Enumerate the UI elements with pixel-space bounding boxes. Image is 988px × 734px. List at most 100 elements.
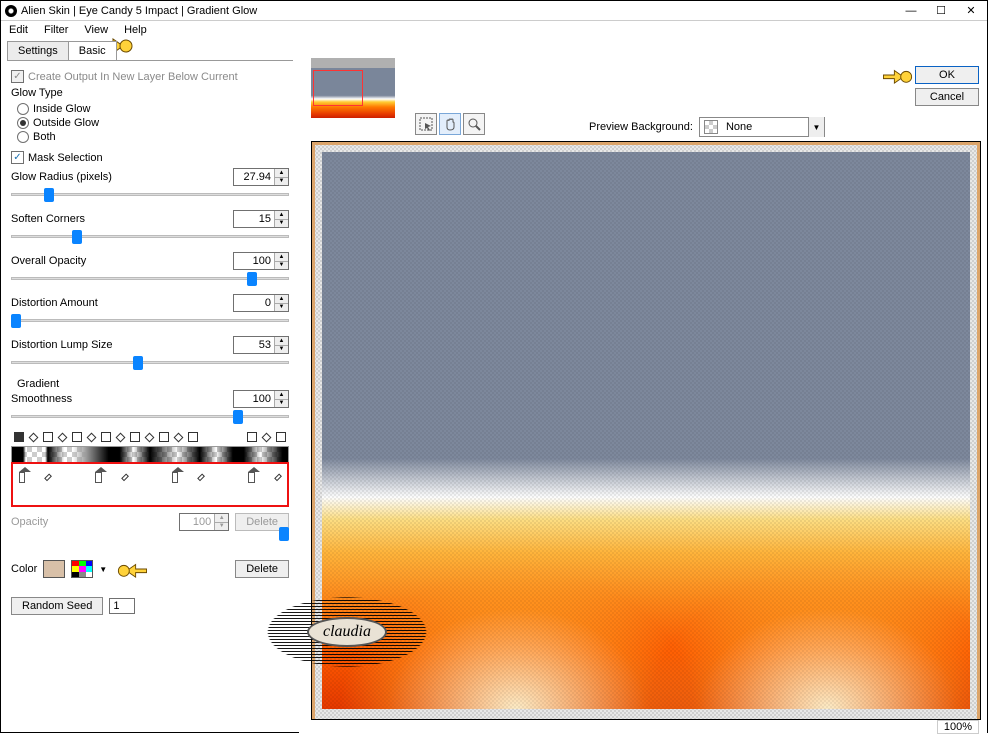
tab-settings[interactable]: Settings xyxy=(7,41,69,60)
gradient-heading: Gradient xyxy=(17,378,289,390)
distortion-amount-label: Distortion Amount xyxy=(11,297,98,309)
down-arrow-icon[interactable]: ▼ xyxy=(275,178,288,186)
maximize-button[interactable]: ☐ xyxy=(935,5,947,17)
glow-radius-label: Glow Radius (pixels) xyxy=(11,171,112,183)
color-swatch[interactable] xyxy=(43,560,65,578)
close-button[interactable]: ✕ xyxy=(965,5,977,17)
tutorial-pointer-icon xyxy=(881,65,915,85)
soften-corners-spinner[interactable]: ▲▼ xyxy=(233,210,289,228)
create-output-label: Create Output In New Layer Below Current xyxy=(28,71,238,83)
glow-type-group: Glow Type Inside Glow Outside Glow Both xyxy=(11,87,289,145)
distortion-amount-input[interactable] xyxy=(234,295,274,311)
minimize-button[interactable]: — xyxy=(905,5,917,17)
preview-background-row: Preview Background: None ▼ xyxy=(589,117,825,137)
preview-toolbar xyxy=(415,113,485,135)
window-controls: — ☐ ✕ xyxy=(905,5,983,17)
color-stop-icon[interactable] xyxy=(248,472,254,483)
radio-outside-glow[interactable] xyxy=(17,117,29,129)
selection-tool-icon[interactable] xyxy=(415,113,437,135)
menu-filter[interactable]: Filter xyxy=(44,24,68,36)
preview-pane[interactable] xyxy=(311,141,981,720)
soften-corners-slider[interactable] xyxy=(11,232,289,242)
dialog-buttons: OK Cancel xyxy=(915,66,979,106)
overall-opacity-slider[interactable] xyxy=(11,274,289,284)
random-seed-input[interactable] xyxy=(109,598,135,614)
tutorial-highlight-box xyxy=(11,462,289,507)
tab-basic[interactable]: Basic xyxy=(68,41,117,60)
mask-selection-label: Mask Selection xyxy=(28,152,103,164)
gradient-opacity-row: Opacity ▲▼ Delete xyxy=(11,513,289,531)
menubar: Edit Filter View Help xyxy=(1,21,987,39)
opacity-spinner[interactable]: ▲▼ xyxy=(179,513,229,531)
glow-radius-spinner[interactable]: ▲▼ xyxy=(233,168,289,186)
dropdown-arrow-icon[interactable]: ▼ xyxy=(808,117,824,137)
param-glow-radius: Glow Radius (pixels) ▲▼ xyxy=(11,168,289,200)
gradient-color-row: Color ▼ Delete xyxy=(11,559,289,579)
param-smoothness: Smoothness ▲▼ xyxy=(11,390,289,422)
glow-radius-input[interactable] xyxy=(234,169,274,185)
preview-background-label: Preview Background: xyxy=(589,121,693,133)
preview-image xyxy=(322,152,970,709)
param-overall-opacity: Overall Opacity ▲▼ xyxy=(11,252,289,284)
window-title: Alien Skin | Eye Candy 5 Impact | Gradie… xyxy=(21,5,905,17)
navigator-thumbnail[interactable] xyxy=(311,58,395,118)
gradient-color-stops[interactable] xyxy=(17,468,283,483)
glow-radius-slider[interactable] xyxy=(11,190,289,200)
transparency-swatch-icon xyxy=(704,120,718,134)
radio-outside-glow-label: Outside Glow xyxy=(33,117,99,129)
soften-corners-input[interactable] xyxy=(234,211,274,227)
color-delete-button[interactable]: Delete xyxy=(235,560,289,578)
preview-background-value: None xyxy=(722,121,808,133)
radio-inside-glow[interactable] xyxy=(17,103,29,115)
navigator-viewport-box[interactable] xyxy=(313,70,363,106)
distortion-amount-spinner[interactable]: ▲▼ xyxy=(233,294,289,312)
app-icon xyxy=(5,5,17,17)
radio-both-label: Both xyxy=(33,131,56,143)
gradient-opacity-stops[interactable] xyxy=(11,432,289,446)
soften-corners-label: Soften Corners xyxy=(11,213,85,225)
distortion-lump-slider[interactable] xyxy=(11,358,289,368)
smoothness-slider[interactable] xyxy=(11,412,289,422)
overall-opacity-label: Overall Opacity xyxy=(11,255,86,267)
gradient-editor: Opacity ▲▼ Delete Color ▼ Delete Random … xyxy=(11,432,289,615)
preview-background-dropdown[interactable]: None ▼ xyxy=(699,117,825,137)
distortion-lump-input[interactable] xyxy=(234,337,274,353)
distortion-lump-spinner[interactable]: ▲▼ xyxy=(233,336,289,354)
hand-tool-icon[interactable] xyxy=(439,113,461,135)
opacity-label: Opacity xyxy=(11,516,48,528)
color-label: Color xyxy=(11,563,37,575)
tutorial-pointer-icon xyxy=(115,559,149,579)
param-distortion-amount: Distortion Amount ▲▼ xyxy=(11,294,289,326)
titlebar: Alien Skin | Eye Candy 5 Impact | Gradie… xyxy=(1,1,987,21)
random-seed-button[interactable]: Random Seed xyxy=(11,597,103,615)
opacity-input[interactable] xyxy=(180,514,214,530)
color-stop-icon[interactable] xyxy=(172,472,178,483)
opacity-stop-slider[interactable] xyxy=(11,533,289,545)
smoothness-input[interactable] xyxy=(234,391,274,407)
overall-opacity-spinner[interactable]: ▲▼ xyxy=(233,252,289,270)
zoom-tool-icon[interactable] xyxy=(463,113,485,135)
create-output-checkbox-row: Create Output In New Layer Below Current xyxy=(11,70,289,83)
mask-selection-checkbox[interactable] xyxy=(11,151,24,164)
param-soften-corners: Soften Corners ▲▼ xyxy=(11,210,289,242)
overall-opacity-input[interactable] xyxy=(234,253,274,269)
smoothness-spinner[interactable]: ▲▼ xyxy=(233,390,289,408)
color-stop-icon[interactable] xyxy=(95,472,101,483)
up-arrow-icon[interactable]: ▲ xyxy=(275,169,288,178)
distortion-amount-slider[interactable] xyxy=(11,316,289,326)
param-distortion-lump: Distortion Lump Size ▲▼ xyxy=(11,336,289,368)
zoom-level: 100% xyxy=(937,720,979,734)
ok-button[interactable]: OK xyxy=(915,66,979,84)
left-panel: Create Output In New Layer Below Current… xyxy=(1,61,299,734)
dropdown-arrow-icon[interactable]: ▼ xyxy=(99,565,109,574)
smoothness-label: Smoothness xyxy=(11,393,72,405)
menu-edit[interactable]: Edit xyxy=(9,24,28,36)
create-output-checkbox[interactable] xyxy=(11,70,24,83)
tabs: Settings Basic xyxy=(7,41,293,61)
radio-both[interactable] xyxy=(17,131,29,143)
palette-button[interactable] xyxy=(71,560,93,578)
glow-type-legend: Glow Type xyxy=(11,87,63,99)
color-stop-icon[interactable] xyxy=(19,472,25,483)
cancel-button[interactable]: Cancel xyxy=(915,88,979,106)
right-area: Preview Background: None ▼ OK Cancel 100… xyxy=(299,61,987,734)
